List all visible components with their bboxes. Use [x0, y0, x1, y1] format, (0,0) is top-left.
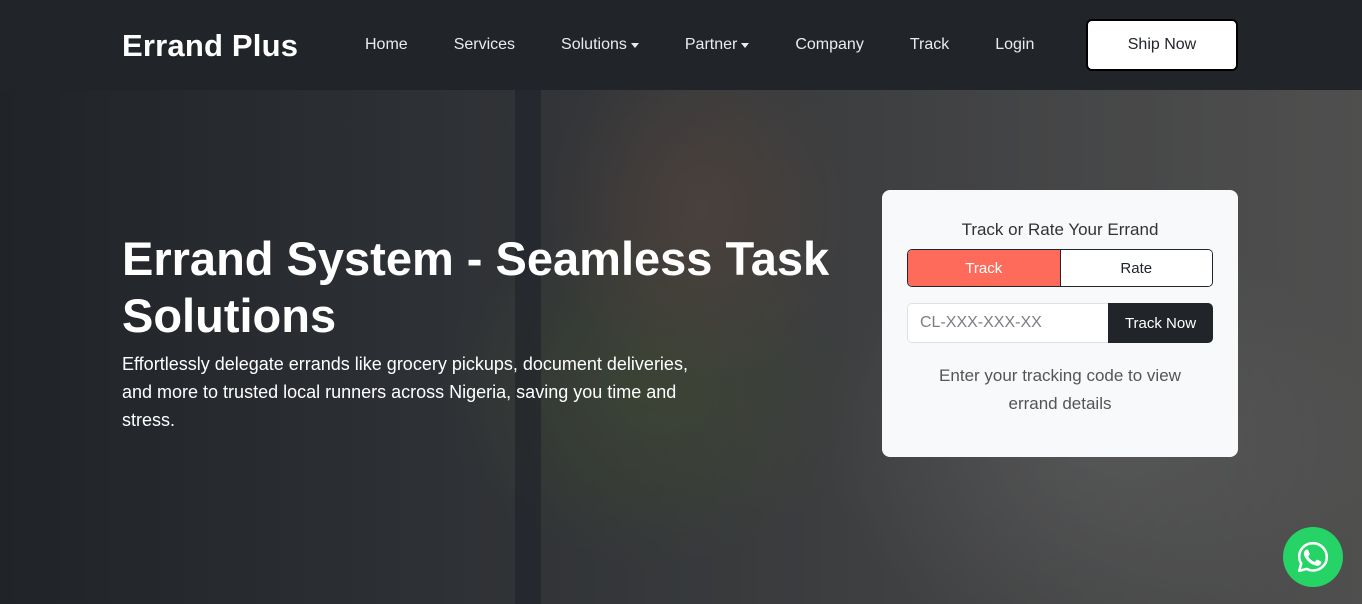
track-rate-toggle: Track Rate	[907, 249, 1213, 287]
whatsapp-icon	[1297, 541, 1329, 573]
nav-link-services[interactable]: Services	[454, 36, 515, 54]
track-help-text: Enter your tracking code to view errand …	[939, 366, 1181, 413]
nav-links: Home Services Solutions Partner Company …	[365, 36, 1080, 54]
nav-link-label: Company	[795, 36, 864, 53]
nav-link-label: Partner	[684, 36, 738, 53]
nav-link-label: Services	[453, 36, 516, 53]
nav-link-label: Home	[365, 36, 408, 53]
nav-link-login[interactable]: Login	[995, 36, 1034, 54]
tab-rate[interactable]: Rate	[1059, 250, 1212, 286]
nav-link-label: Login	[995, 36, 1035, 53]
nav-link-label: Solutions	[561, 36, 627, 53]
nav-link-home[interactable]: Home	[365, 36, 408, 54]
nav-link-partner[interactable]: Partner	[684, 36, 750, 54]
nav-link-solutions[interactable]: Solutions	[561, 36, 639, 54]
tracking-code-input[interactable]	[907, 303, 1108, 343]
brand-logo[interactable]: Errand Plus	[122, 28, 298, 64]
whatsapp-chat-button[interactable]	[1283, 527, 1343, 587]
caret-down-icon	[741, 43, 750, 48]
tab-track[interactable]: Track	[908, 250, 1060, 286]
caret-down-icon	[630, 43, 639, 48]
track-card-title: Track or Rate Your Errand	[961, 220, 1159, 239]
track-card: Track or Rate Your Errand Track Rate Tra…	[882, 190, 1238, 457]
tracking-input-group: Track Now	[907, 303, 1213, 343]
navbar: Errand Plus Home Services Solutions Part…	[0, 0, 1362, 90]
ship-now-button[interactable]: Ship Now	[1086, 19, 1238, 71]
nav-link-label: Track	[909, 36, 950, 53]
hero-section: Errand System - Seamless Task Solutions …	[0, 90, 1362, 604]
nav-link-company[interactable]: Company	[795, 36, 863, 54]
nav-link-track[interactable]: Track	[910, 36, 949, 54]
hero-title: Errand System - Seamless Task Solutions	[122, 232, 830, 342]
hero-subtitle: Effortlessly delegate errands like groce…	[122, 354, 688, 430]
track-now-button[interactable]: Track Now	[1108, 303, 1213, 343]
